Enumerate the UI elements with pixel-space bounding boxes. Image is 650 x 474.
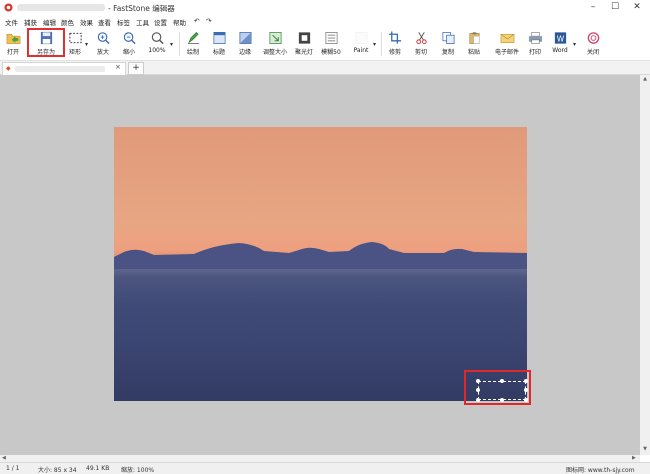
page-indicator: 1 / 1 — [6, 465, 20, 472]
scroll-left-icon[interactable]: ◀ — [2, 455, 6, 461]
open-button[interactable]: 打开 — [3, 30, 23, 59]
edge-button[interactable]: 边缘 — [236, 30, 254, 59]
paint-dropdown-icon[interactable]: ▾ — [373, 41, 376, 48]
resize-handle[interactable] — [524, 379, 528, 383]
blur-button[interactable]: 模糊50 — [319, 30, 343, 59]
save-as-button[interactable]: 另存为 — [27, 28, 65, 57]
minimize-button[interactable]: – — [583, 1, 603, 14]
zoom-in-button[interactable]: 放大 — [94, 30, 112, 59]
maximize-button[interactable]: ☐ — [605, 1, 625, 14]
caption-button[interactable]: 标题 — [210, 30, 228, 59]
tab-modified-icon: ◆ — [6, 65, 11, 72]
edge-icon — [239, 32, 251, 44]
spotlight-button[interactable]: 聚光灯 — [293, 30, 315, 59]
file-size: 49.1 KB — [86, 465, 110, 472]
scroll-down-icon[interactable]: ▼ — [640, 446, 650, 454]
menu-tags[interactable]: 标签 — [117, 17, 130, 27]
document-tab[interactable]: ◆ × — [2, 62, 126, 75]
folder-open-icon — [6, 33, 20, 44]
paste-button[interactable]: 粘贴 — [465, 30, 483, 59]
resize-button[interactable]: 调整大小 — [261, 30, 289, 59]
tab-close-icon[interactable]: × — [115, 63, 121, 71]
spotlight-icon — [298, 32, 310, 44]
menu-color[interactable]: 颜色 — [61, 17, 74, 27]
resize-handle[interactable] — [524, 398, 528, 402]
magnifier-icon — [151, 32, 164, 45]
close-button[interactable]: 关闭 — [583, 30, 603, 59]
scroll-right-icon[interactable]: ▶ — [632, 455, 636, 461]
floppy-disk-icon — [40, 31, 52, 45]
paint-icon — [355, 32, 367, 44]
window-title: - FastStone 编辑器 — [108, 4, 175, 13]
status-bar: 1 / 1 大小: 85 x 34 49.1 KB 缩放: 100% 图标网: … — [0, 462, 650, 474]
print-button[interactable]: 打印 — [526, 30, 544, 59]
selection-rectangle-icon — [68, 32, 82, 44]
redo-icon[interactable]: ↷ — [206, 17, 211, 25]
menu-view[interactable]: 查看 — [98, 17, 111, 27]
menu-help[interactable]: 帮助 — [173, 17, 186, 27]
svg-text:W: W — [556, 34, 564, 43]
zoom-out-button[interactable]: 缩小 — [120, 30, 138, 59]
rectangle-select-button[interactable]: 矩形 — [66, 30, 84, 59]
menu-edit[interactable]: 编辑 — [43, 17, 56, 27]
menu-bar: 文件 捕获 编辑 颜色 效果 查看 标签 工具 设置 帮助 ↶ ↷ — [0, 16, 650, 28]
vertical-scrollbar[interactable]: ▲ ▼ — [640, 75, 650, 455]
zoom-level-button[interactable]: 100% — [146, 30, 168, 59]
edited-image[interactable] — [114, 127, 527, 401]
close-window-button[interactable]: ✕ — [627, 1, 647, 14]
copy-button[interactable]: 复制 — [439, 30, 457, 59]
app-icon — [4, 3, 13, 12]
crop-button[interactable]: 修剪 — [386, 30, 404, 59]
title-bar: - FastStone 编辑器 – ☐ ✕ — [0, 0, 650, 16]
document-name-blurred — [17, 4, 105, 11]
menu-capture[interactable]: 捕获 — [24, 17, 37, 27]
horizontal-scrollbar[interactable]: ◀ ▶ — [0, 455, 640, 462]
email-button[interactable]: 电子邮件 — [491, 30, 523, 59]
pen-draw-icon — [187, 31, 199, 44]
envelope-icon — [500, 33, 514, 43]
printer-icon — [528, 32, 542, 44]
resize-handle[interactable] — [500, 379, 504, 383]
paint-button[interactable]: Paint — [351, 30, 371, 59]
draw-button[interactable]: 绘制 — [184, 30, 202, 59]
rect-dropdown-icon[interactable]: ▾ — [85, 41, 88, 48]
word-button[interactable]: W Word — [549, 30, 571, 59]
toolbar: 打开 另存为 矩形 ▾ 放大 缩小 100% ▾ 绘制 标题 边缘 调整大小 聚… — [0, 28, 650, 61]
cut-button[interactable]: 剪切 — [412, 30, 430, 59]
resize-handle[interactable] — [524, 388, 528, 392]
resize-handle[interactable] — [500, 398, 504, 402]
menu-file[interactable]: 文件 — [5, 17, 18, 27]
menu-effects[interactable]: 效果 — [80, 17, 93, 27]
undo-icon[interactable]: ↶ — [194, 17, 199, 25]
word-icon: W — [554, 32, 566, 44]
crop-icon — [388, 31, 401, 44]
new-tab-button[interactable]: + — [128, 62, 144, 75]
menu-settings[interactable]: 设置 — [154, 17, 167, 27]
cloud-layer — [114, 242, 527, 269]
resize-icon — [269, 32, 281, 44]
scissors-icon — [415, 32, 427, 45]
close-circle-icon — [587, 32, 599, 44]
scroll-up-icon[interactable]: ▲ — [640, 76, 650, 84]
zoom-out-icon — [123, 32, 136, 45]
paste-icon — [469, 32, 479, 44]
zoom-dropdown-icon[interactable]: ▾ — [170, 41, 173, 48]
copy-icon — [442, 32, 454, 44]
toolbar-separator — [381, 32, 382, 56]
resize-handle[interactable] — [476, 388, 480, 392]
blur-icon — [325, 32, 337, 44]
toolbar-separator — [179, 32, 180, 56]
tab-title-blurred — [15, 66, 105, 72]
resize-handle[interactable] — [476, 379, 480, 383]
tab-bar: ◆ × + — [0, 61, 650, 75]
resize-handle[interactable] — [476, 398, 480, 402]
caption-icon — [213, 32, 225, 44]
zoom-in-icon — [97, 32, 110, 45]
word-dropdown-icon[interactable]: ▾ — [573, 41, 576, 48]
menu-tools[interactable]: 工具 — [136, 17, 149, 27]
